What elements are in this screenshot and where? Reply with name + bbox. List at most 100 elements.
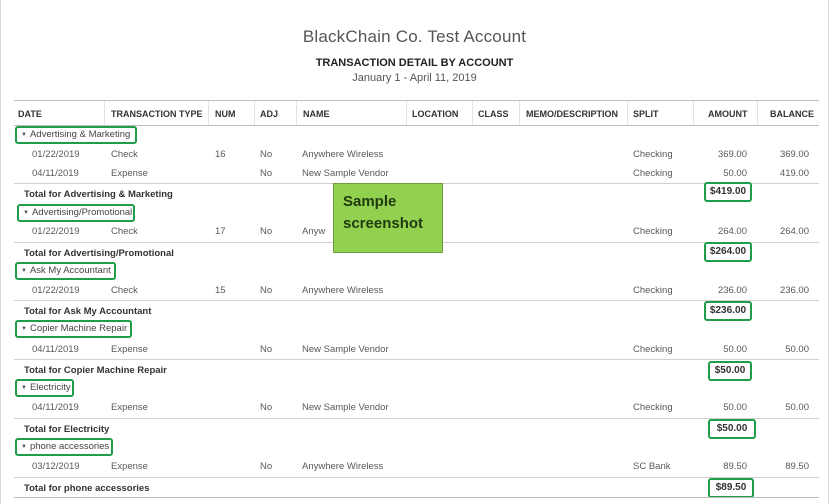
cell-adj: No <box>260 149 273 160</box>
cell-date: 04/11/2019 <box>32 344 79 355</box>
caret-down-icon: ▼ <box>21 385 27 391</box>
group-total-amount[interactable]: $236.00 <box>704 301 752 321</box>
table-row[interactable]: 04/11/2019 Expense No New Sample Vendor … <box>14 340 819 359</box>
account-group-toggle[interactable]: ▼ Ask My Accountant <box>15 262 116 280</box>
account-group-toggle[interactable]: ▼ Copier Machine Repair <box>15 320 132 338</box>
column-header-split[interactable]: SPLIT <box>633 109 659 119</box>
cell-adj: No <box>260 344 273 355</box>
account-group-label: Electricity <box>29 382 71 393</box>
cell-name: Anywhere Wireless <box>302 461 384 472</box>
table-row[interactable]: 04/11/2019 Expense No New Sample Vendor … <box>14 164 819 183</box>
cell-amount: 50.00 <box>723 402 747 413</box>
account-group-label: Advertising/Promotional <box>31 207 133 218</box>
table-row[interactable]: 01/22/2019 Check 16 No Anywhere Wireless… <box>14 145 819 164</box>
group-total-label: Total for Advertising & Marketing <box>24 189 173 200</box>
cell-transaction-type[interactable]: Expense <box>111 402 148 413</box>
cell-adj: No <box>260 168 273 179</box>
caret-down-icon: ▼ <box>21 444 27 450</box>
cell-amount: 236.00 <box>717 285 747 296</box>
table-row[interactable]: 03/12/2019 Expense No Anywhere Wireless … <box>14 457 819 476</box>
account-group-label: Copier Machine Repair <box>29 323 128 334</box>
group-total-label: Total for Ask My Accountant <box>24 306 152 317</box>
group-total-amount[interactable]: $50.00 <box>708 361 752 381</box>
column-header-amount[interactable]: AMOUNT <box>708 109 748 119</box>
column-separator <box>296 101 297 125</box>
table-row[interactable]: 01/22/2019 Check 15 No Anywhere Wireless… <box>14 281 819 300</box>
cell-amount: 50.00 <box>723 168 747 179</box>
column-header-class[interactable]: CLASS <box>478 109 509 119</box>
column-separator <box>208 101 209 125</box>
account-group-toggle[interactable]: ▼ Advertising/Promotional <box>17 204 135 222</box>
cell-transaction-type[interactable]: Expense <box>111 344 148 355</box>
cell-split: SC Bank <box>633 461 671 472</box>
cell-num: 15 <box>215 285 226 296</box>
company-name: BlackChain Co. Test Account <box>302 27 527 46</box>
account-group-label: Ask My Accountant <box>29 265 111 276</box>
column-header-name[interactable]: NAME <box>303 109 330 119</box>
account-group-label: Advertising & Marketing <box>29 129 131 140</box>
cell-name: Anywhere Wireless <box>302 285 384 296</box>
group-total-amount[interactable]: $419.00 <box>704 182 752 202</box>
cell-date: 01/22/2019 <box>32 285 80 296</box>
cell-transaction-type[interactable]: Expense <box>111 168 148 179</box>
caret-down-icon: ▼ <box>21 326 27 332</box>
group-total-amount[interactable]: $89.50 <box>708 478 754 498</box>
cell-name: New Sample Vendor <box>302 402 389 413</box>
cell-transaction-type[interactable]: Expense <box>111 461 148 472</box>
cell-date: 01/22/2019 <box>32 149 80 160</box>
column-separator <box>254 101 255 125</box>
cell-split: Checking <box>633 149 673 160</box>
column-separator <box>472 101 473 125</box>
column-header-adj[interactable]: ADJ <box>260 109 278 119</box>
account-group-toggle[interactable]: ▼ Electricity <box>15 379 74 397</box>
cell-adj: No <box>260 226 273 237</box>
cell-split: Checking <box>633 226 673 237</box>
cell-balance: 50.00 <box>785 344 809 355</box>
cell-balance: 236.00 <box>779 285 809 296</box>
caret-down-icon: ▼ <box>21 268 27 274</box>
group-total-row: Total for Electricity <box>14 418 819 438</box>
column-separator <box>627 101 628 125</box>
cell-balance: 50.00 <box>785 402 809 413</box>
cell-split: Checking <box>633 168 673 179</box>
column-header-balance[interactable]: BALANCE <box>770 109 814 119</box>
cell-amount: 89.50 <box>723 461 747 472</box>
table-row[interactable]: 04/11/2019 Expense No New Sample Vendor … <box>14 398 819 417</box>
cell-name: Anyw <box>302 226 326 237</box>
column-header-transaction-type[interactable]: TRANSACTION TYPE <box>111 109 203 119</box>
header-top-rule <box>14 100 819 101</box>
cell-name: Anywhere Wireless <box>302 149 384 160</box>
account-group-toggle[interactable]: ▼ phone accessories <box>15 438 113 456</box>
cell-balance: 89.50 <box>785 461 809 472</box>
column-header-memo[interactable]: MEMO/DESCRIPTION <box>526 109 618 119</box>
report-title: TRANSACTION DETAIL BY ACCOUNT <box>315 57 514 69</box>
cell-amount: 369.00 <box>717 149 747 160</box>
cell-transaction-type[interactable]: Check <box>111 149 138 160</box>
cell-adj: No <box>260 461 273 472</box>
group-total-row: Total for Ask My Accountant <box>14 300 819 320</box>
cell-date: 03/12/2019 <box>32 461 80 472</box>
cell-name: New Sample Vendor <box>302 344 389 355</box>
column-separator <box>519 101 520 125</box>
cell-num: 17 <box>215 226 226 237</box>
caret-down-icon: ▼ <box>23 210 29 216</box>
caret-down-icon: ▼ <box>21 132 27 138</box>
group-total-amount[interactable]: $264.00 <box>704 242 752 262</box>
cell-balance: 264.00 <box>779 226 809 237</box>
cell-transaction-type[interactable]: Check <box>111 226 138 237</box>
column-header-num[interactable]: NUM <box>215 109 236 119</box>
sample-badge-line-1: Sample <box>343 193 397 210</box>
column-separator <box>693 101 694 125</box>
cell-amount: 50.00 <box>723 344 747 355</box>
group-total-row: Total for Copier Machine Repair <box>14 359 819 379</box>
column-header-date[interactable]: DATE <box>18 109 42 119</box>
column-separator <box>757 101 758 125</box>
cell-balance: 419.00 <box>779 168 809 179</box>
group-total-amount[interactable]: $50.00 <box>708 419 756 439</box>
sample-screenshot-badge: Sample screenshot <box>333 183 443 253</box>
cell-transaction-type[interactable]: Check <box>111 285 138 296</box>
account-group-toggle[interactable]: ▼ Advertising & Marketing <box>15 126 137 144</box>
group-total-row: Total for phone accessories <box>14 477 819 497</box>
cell-split: Checking <box>633 344 673 355</box>
column-header-location[interactable]: LOCATION <box>412 109 458 119</box>
